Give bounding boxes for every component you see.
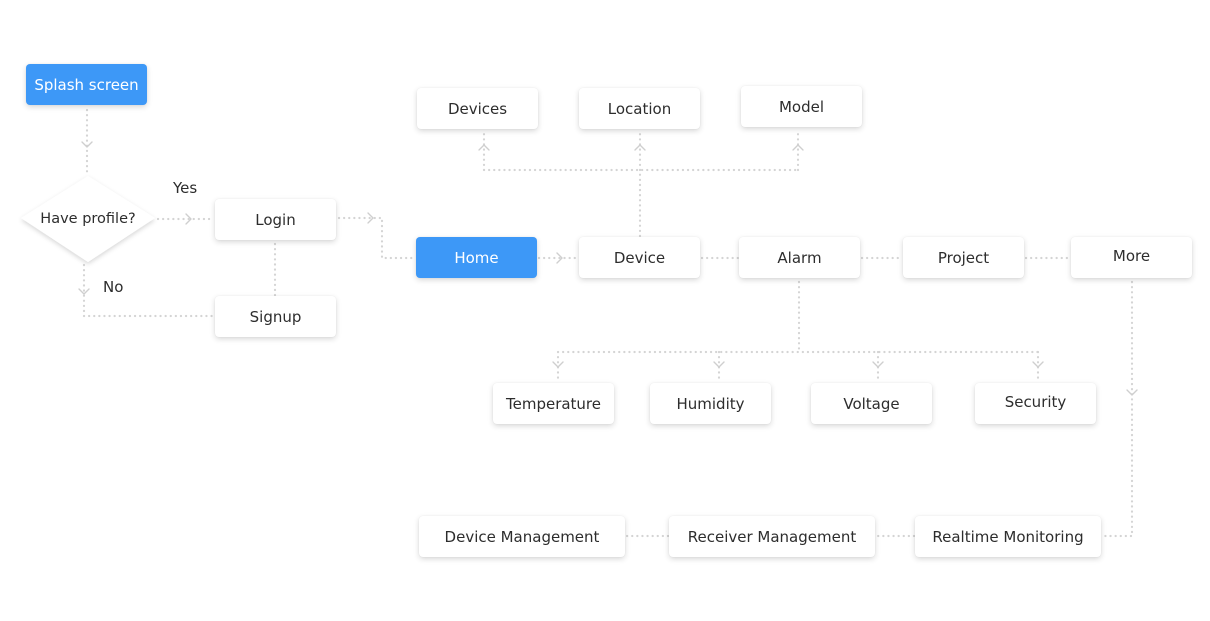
node-label: Login xyxy=(255,210,296,229)
node-more[interactable]: More xyxy=(1071,237,1192,278)
node-device-management[interactable]: Device Management xyxy=(419,516,625,557)
node-signup[interactable]: Signup xyxy=(215,296,336,337)
connector-device-to-children xyxy=(482,129,800,238)
node-device[interactable]: Device xyxy=(579,237,700,278)
node-label: Receiver Management xyxy=(687,527,857,546)
node-devices[interactable]: Devices xyxy=(417,88,538,129)
node-temperature[interactable]: Temperature xyxy=(493,383,614,424)
edge-label-no: No xyxy=(103,278,124,296)
node-label: Alarm xyxy=(777,248,822,267)
node-label: Home xyxy=(454,248,499,267)
decision-label: Have profile? xyxy=(40,211,136,227)
node-label: Signup xyxy=(249,307,302,326)
arrow-down-icon xyxy=(78,288,90,295)
node-project[interactable]: Project xyxy=(903,237,1024,278)
node-realtime-monitoring[interactable]: Realtime Monitoring xyxy=(915,516,1101,557)
edge-label-yes: Yes xyxy=(173,179,198,197)
node-label: Splash screen xyxy=(34,75,139,94)
node-label: Security xyxy=(1004,392,1067,411)
node-humidity[interactable]: Humidity xyxy=(650,383,771,424)
node-label: Device xyxy=(613,248,666,267)
node-label: Voltage xyxy=(843,394,900,413)
node-location[interactable]: Location xyxy=(579,88,700,129)
arrow-down-icon xyxy=(552,361,564,368)
arrow-down-icon xyxy=(872,361,884,368)
node-home[interactable]: Home xyxy=(416,237,537,278)
node-label: Device Management xyxy=(444,527,600,546)
node-label: Project xyxy=(937,248,990,267)
node-label: Humidity xyxy=(676,394,745,413)
node-label: Devices xyxy=(447,99,508,118)
connector-more-to-realtime xyxy=(1100,280,1134,538)
arrow-up-icon xyxy=(792,144,804,151)
node-label: Location xyxy=(607,99,672,118)
connector-alarm-to-children xyxy=(556,280,1040,382)
node-receiver-management[interactable]: Receiver Management xyxy=(669,516,875,557)
arrow-right-icon xyxy=(367,212,374,224)
arrow-up-icon xyxy=(478,144,490,151)
node-voltage[interactable]: Voltage xyxy=(811,383,932,424)
node-label: Realtime Monitoring xyxy=(932,527,1084,546)
node-model[interactable]: Model xyxy=(741,86,862,127)
node-alarm[interactable]: Alarm xyxy=(739,237,860,278)
node-security[interactable]: Security xyxy=(975,383,1096,424)
flowchart-canvas: Splash screen Have profile? Yes No Login… xyxy=(0,0,1210,621)
arrow-down-icon xyxy=(81,141,93,148)
node-label: Model xyxy=(778,97,825,116)
arrow-right-icon xyxy=(556,252,563,264)
node-login[interactable]: Login xyxy=(215,199,336,240)
connector-login-to-home xyxy=(337,216,418,260)
arrow-down-icon xyxy=(1126,389,1138,396)
node-label: Temperature xyxy=(505,394,602,413)
decision-have-profile[interactable]: Have profile? xyxy=(20,175,156,263)
node-splash-screen[interactable]: Splash screen xyxy=(26,64,147,105)
arrow-down-icon xyxy=(713,361,725,368)
arrow-right-icon xyxy=(185,213,192,225)
arrow-up-icon xyxy=(634,144,646,151)
arrow-down-icon xyxy=(1032,361,1044,368)
node-label: More xyxy=(1112,246,1151,265)
